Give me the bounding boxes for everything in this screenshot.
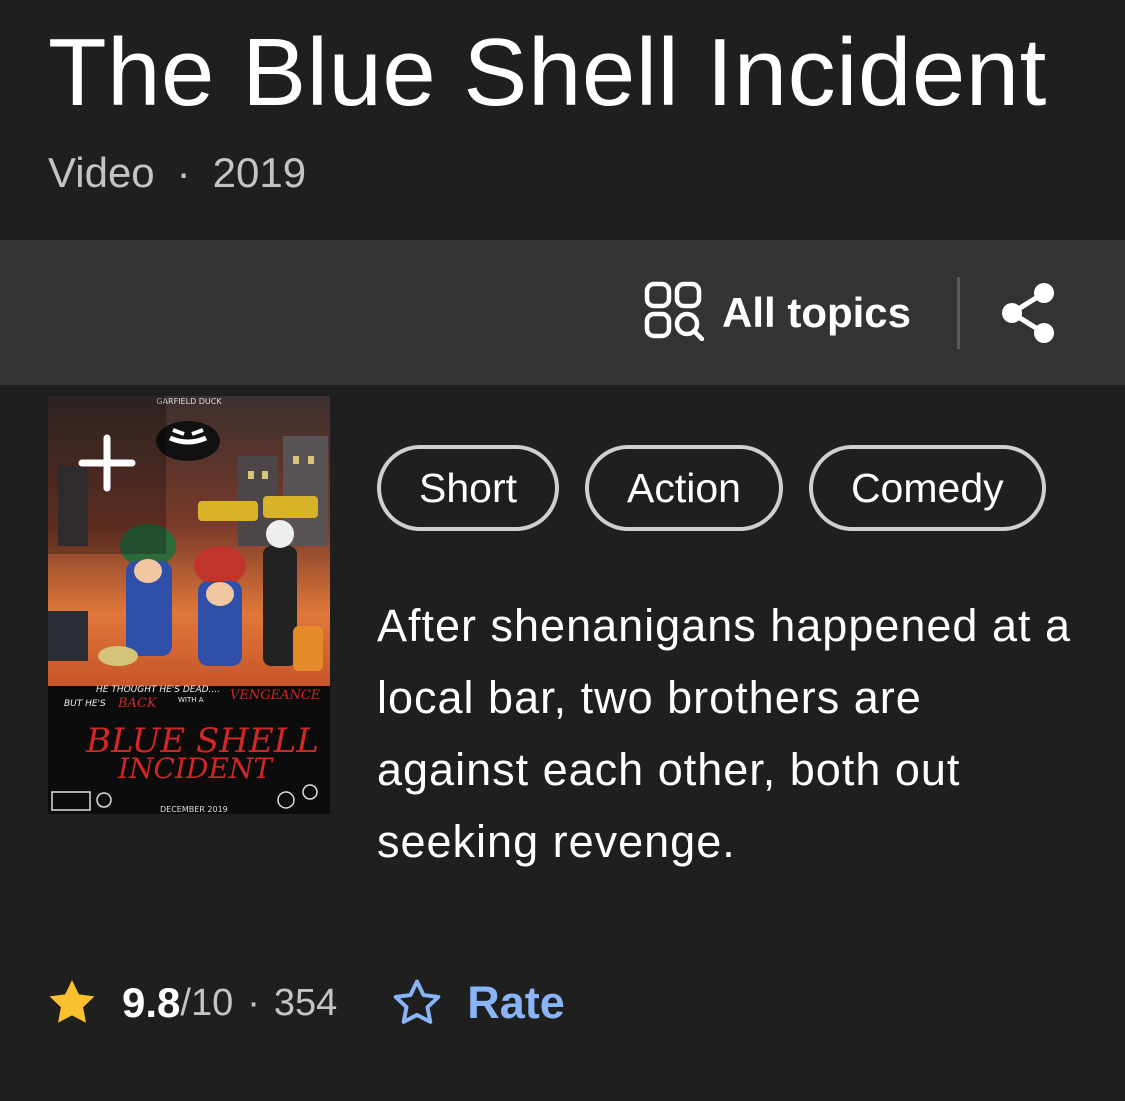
poster-release: DECEMBER 2019 [160, 805, 228, 814]
page-title: The Blue Shell Incident [48, 19, 1047, 126]
rating-out-of: /10 [180, 981, 234, 1024]
poster-tagline-2d: VENGEANCE [230, 688, 321, 703]
release-year: 2019 [212, 149, 307, 196]
rating-count: 354 [273, 981, 338, 1024]
poster-title-2: INCIDENT [117, 752, 274, 785]
header: The Blue Shell Incident Video · 2019 [0, 0, 1125, 240]
toolbar-divider [957, 277, 960, 349]
poster-tagline-2c: WITH A [178, 696, 204, 704]
media-type: Video [48, 149, 155, 196]
genre-chip-comedy[interactable]: Comedy [808, 445, 1046, 531]
share-button[interactable] [996, 280, 1062, 346]
rate-button[interactable]: Rate [389, 975, 565, 1031]
rating-score: 9.8 [122, 979, 181, 1026]
all-topics-button[interactable]: All topics [644, 281, 912, 346]
star-outline-icon [393, 979, 441, 1024]
meta-line: Video · 2019 [48, 148, 306, 198]
poster-credits: GARFIELD DUCK [156, 397, 222, 406]
rate-label: Rate [467, 977, 565, 1028]
meta-separator: · [176, 149, 191, 196]
genre-chips: Short Action Comedy [377, 445, 1046, 531]
all-topics-label: All topics [722, 289, 912, 336]
plus-icon [78, 434, 136, 492]
topics-grid-search-icon [644, 281, 705, 346]
toolbar: All topics [0, 240, 1125, 385]
share-icon [1002, 283, 1054, 343]
poster-tagline-2b: BACK [117, 696, 158, 711]
add-to-watchlist-button[interactable] [48, 396, 166, 554]
rating-row: 9.8 /10 · 354 Rate [44, 970, 565, 1036]
star-filled-icon [49, 980, 95, 1023]
plot-description: After shenanigans happened at a local ba… [377, 600, 1072, 867]
poster-tagline-2a: BUT HE'S [64, 699, 106, 709]
genre-chip-action[interactable]: Action [585, 445, 783, 531]
genre-chip-short[interactable]: Short [377, 445, 559, 531]
poster-tagline-1: HE THOUGHT HE'S DEAD.... [96, 685, 220, 695]
rating-separator: · [247, 981, 260, 1024]
